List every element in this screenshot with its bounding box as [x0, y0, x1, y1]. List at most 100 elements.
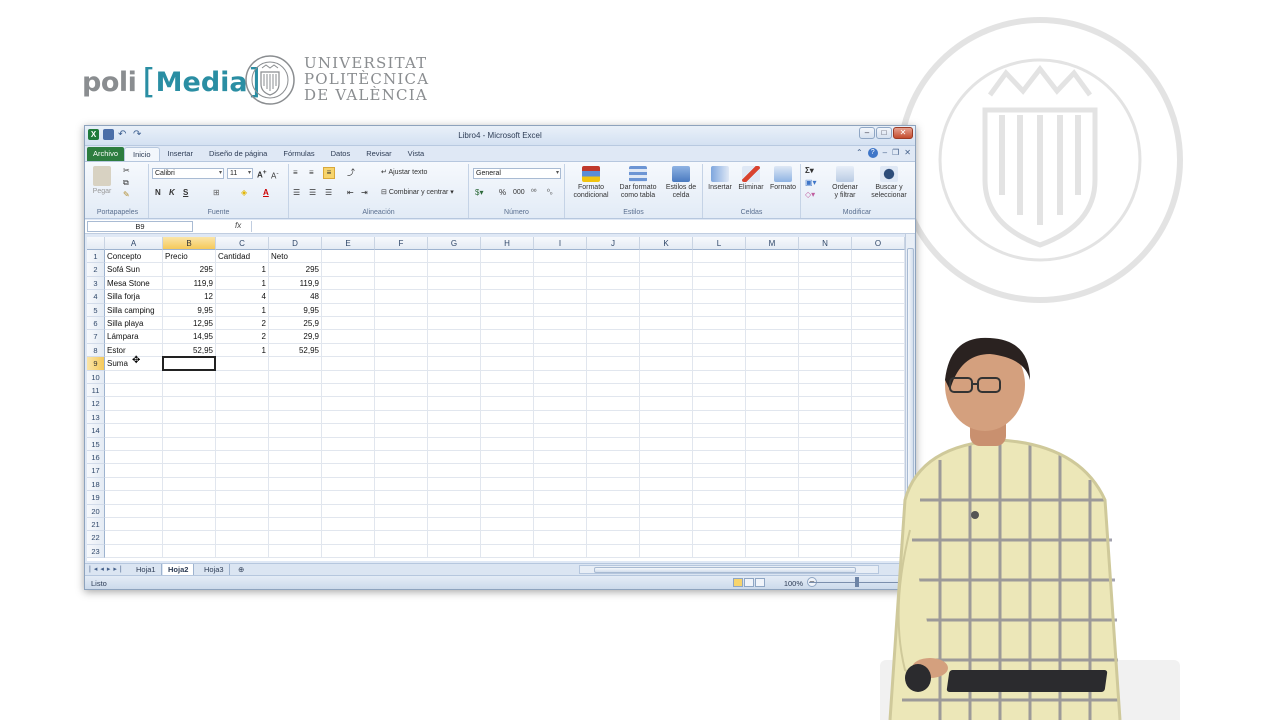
cell-m15[interactable]: [746, 437, 799, 451]
cut-icon[interactable]: ✂: [123, 166, 130, 176]
sheet-tab-hoja2[interactable]: Hoja2: [163, 564, 195, 575]
cell-b12[interactable]: [163, 397, 216, 411]
cell-h6[interactable]: [481, 317, 534, 331]
cell-j7[interactable]: [587, 330, 640, 344]
fill-color-icon[interactable]: ◈: [241, 188, 247, 198]
cell-h4[interactable]: [481, 290, 534, 304]
cell-c10[interactable]: [216, 370, 269, 384]
cell-i15[interactable]: [534, 437, 587, 451]
cell-g19[interactable]: [428, 491, 481, 505]
cell-f9[interactable]: [375, 357, 428, 371]
row-header-13[interactable]: 13: [87, 410, 105, 425]
cell-m8[interactable]: [746, 343, 799, 358]
cell-h7[interactable]: [481, 330, 534, 344]
cell-g12[interactable]: [428, 397, 481, 411]
cell-b18[interactable]: [163, 477, 216, 492]
cell-g18[interactable]: [428, 477, 481, 492]
cell-c12[interactable]: [216, 397, 269, 411]
cell-d1[interactable]: Neto: [269, 250, 322, 264]
cell-m22[interactable]: [746, 531, 799, 545]
cell-l23[interactable]: [693, 544, 746, 559]
cell-j18[interactable]: [587, 477, 640, 492]
cell-i16[interactable]: [534, 451, 587, 465]
cell-m1[interactable]: [746, 250, 799, 264]
cell-a21[interactable]: [105, 518, 163, 532]
cell-l2[interactable]: [693, 263, 746, 277]
italic-button[interactable]: K: [169, 188, 175, 198]
cell-k14[interactable]: [640, 424, 693, 438]
decrease-decimal-icon[interactable]: ⁰₀: [547, 188, 553, 198]
cell-j9[interactable]: [587, 357, 640, 371]
cell-i20[interactable]: [534, 504, 587, 518]
cell-k7[interactable]: [640, 330, 693, 344]
cell-m2[interactable]: [746, 263, 799, 277]
cell-n10[interactable]: [799, 370, 852, 384]
cell-l10[interactable]: [693, 370, 746, 384]
cell-b5[interactable]: 9,95: [163, 303, 216, 317]
cell-l17[interactable]: [693, 464, 746, 478]
cell-g23[interactable]: [428, 544, 481, 559]
cell-d2[interactable]: 295: [269, 263, 322, 277]
cell-l12[interactable]: [693, 397, 746, 411]
sheet-tab-hoja3[interactable]: Hoja3: [199, 564, 230, 575]
delete-cells-button[interactable]: Eliminar: [735, 166, 767, 192]
cell-h13[interactable]: [481, 410, 534, 425]
name-box[interactable]: B9: [87, 221, 193, 232]
cell-g16[interactable]: [428, 451, 481, 465]
cell-j8[interactable]: [587, 343, 640, 358]
cell-l16[interactable]: [693, 451, 746, 465]
underline-button[interactable]: S: [183, 188, 188, 198]
cell-d7[interactable]: 29,9: [269, 330, 322, 344]
sort-filter-button[interactable]: Ordenar y filtrar: [825, 166, 865, 200]
cell-c18[interactable]: [216, 477, 269, 492]
cell-g2[interactable]: [428, 263, 481, 277]
font-size-select[interactable]: 11: [227, 168, 253, 179]
cell-k10[interactable]: [640, 370, 693, 384]
cell-b19[interactable]: [163, 491, 216, 505]
cell-m4[interactable]: [746, 290, 799, 304]
cell-b20[interactable]: [163, 504, 216, 518]
cell-j6[interactable]: [587, 317, 640, 331]
cell-d17[interactable]: [269, 464, 322, 478]
row-header-22[interactable]: 22: [87, 531, 105, 545]
cell-m10[interactable]: [746, 370, 799, 384]
cell-j14[interactable]: [587, 424, 640, 438]
cell-i3[interactable]: [534, 276, 587, 291]
cell-a3[interactable]: Mesa Stone: [105, 276, 163, 291]
cell-f18[interactable]: [375, 477, 428, 492]
minimize-ribbon-icon[interactable]: ⌃: [856, 148, 863, 158]
cell-n2[interactable]: [799, 263, 852, 277]
cell-c9[interactable]: [216, 357, 269, 371]
cell-e10[interactable]: [322, 370, 375, 384]
cell-i12[interactable]: [534, 397, 587, 411]
row-header-1[interactable]: 1: [87, 250, 105, 264]
cell-i9[interactable]: [534, 357, 587, 371]
fill-icon[interactable]: ▣▾: [805, 178, 817, 188]
cell-k20[interactable]: [640, 504, 693, 518]
tab-revisar[interactable]: Revisar: [358, 147, 399, 161]
horizontal-scroll-thumb[interactable]: [594, 567, 856, 573]
align-left-icon[interactable]: ☰: [293, 188, 300, 198]
cell-d22[interactable]: [269, 531, 322, 545]
grow-font-icon[interactable]: A+: [257, 168, 267, 181]
cell-h16[interactable]: [481, 451, 534, 465]
doc-minimize-icon[interactable]: –: [883, 148, 887, 158]
cell-k8[interactable]: [640, 343, 693, 358]
tab-archivo[interactable]: Archivo: [87, 147, 125, 161]
font-name-select[interactable]: Calibri: [152, 168, 224, 179]
cell-h11[interactable]: [481, 384, 534, 398]
cell-d9[interactable]: [269, 357, 322, 371]
cell-m18[interactable]: [746, 477, 799, 492]
orientation-icon[interactable]: ⤴: [347, 168, 355, 178]
tab-vista[interactable]: Vista: [400, 147, 433, 161]
tab-insertar[interactable]: Insertar: [160, 147, 201, 161]
cell-i10[interactable]: [534, 370, 587, 384]
cell-c2[interactable]: 1: [216, 263, 269, 277]
cell-g3[interactable]: [428, 276, 481, 291]
cell-e23[interactable]: [322, 544, 375, 559]
row-header-5[interactable]: 5: [87, 303, 105, 317]
cell-d16[interactable]: [269, 451, 322, 465]
cell-f17[interactable]: [375, 464, 428, 478]
cell-i1[interactable]: [534, 250, 587, 264]
row-header-20[interactable]: 20: [87, 504, 105, 518]
